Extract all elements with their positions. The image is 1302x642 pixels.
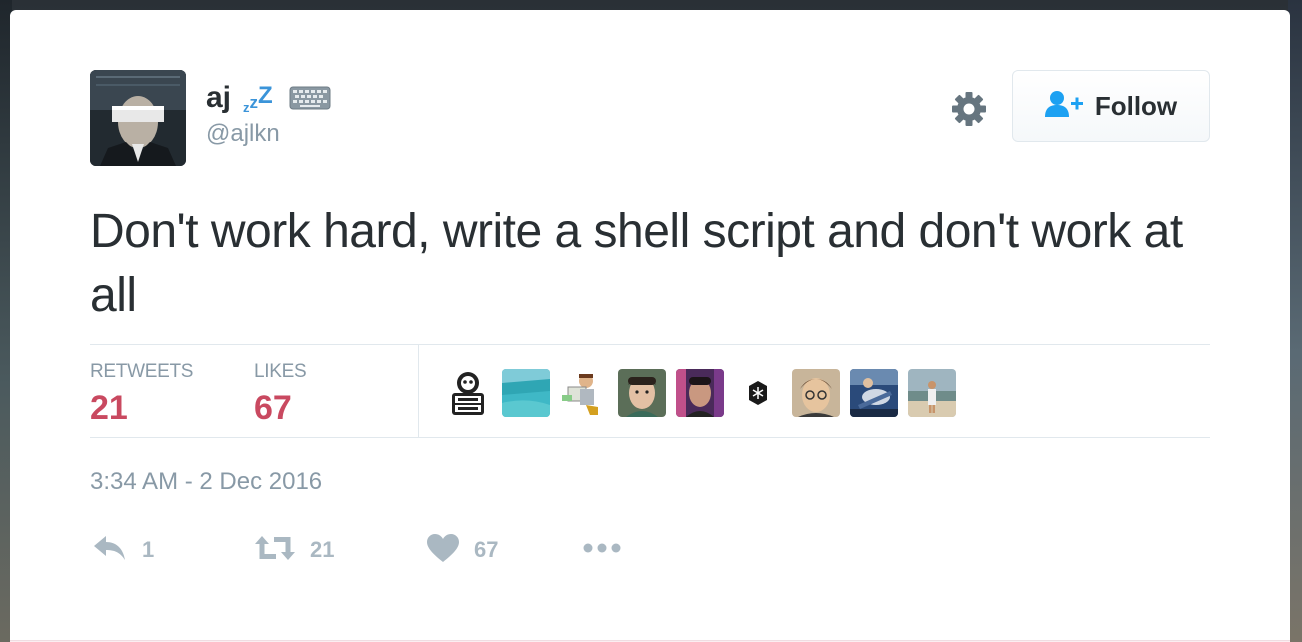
stats-divider bbox=[418, 345, 419, 437]
name-row: aj zzZ bbox=[206, 78, 331, 118]
like-count: 67 bbox=[474, 537, 499, 562]
liker-avatars bbox=[444, 369, 956, 417]
retweet-count: 21 bbox=[310, 537, 335, 562]
backdrop-right bbox=[1288, 0, 1302, 642]
tweet-stats: RETWEETS 21 LIKES 67 bbox=[90, 344, 1210, 438]
follow-label: Follow bbox=[1094, 90, 1178, 121]
more-icon bbox=[582, 541, 622, 559]
likes-value: 67 bbox=[254, 389, 292, 427]
liker-avatar[interactable] bbox=[908, 369, 956, 417]
tweet-timestamp[interactable]: 3:34 AM - 2 Dec 2016 bbox=[90, 468, 322, 496]
reply-icon bbox=[92, 534, 128, 567]
retweet-button[interactable]: 21 bbox=[254, 530, 334, 570]
follow-button[interactable]: Follow bbox=[1012, 70, 1210, 142]
liker-avatar[interactable] bbox=[734, 369, 782, 417]
reply-button[interactable]: 1 bbox=[92, 530, 154, 570]
follow-person-icon bbox=[1044, 90, 1085, 123]
likes-stat[interactable]: LIKES 67 bbox=[254, 361, 307, 428]
display-name[interactable]: aj bbox=[206, 81, 231, 115]
avatar[interactable] bbox=[90, 70, 186, 166]
retweets-stat[interactable]: RETWEETS 21 bbox=[90, 361, 193, 428]
zzz-emoji-icon: zzZ bbox=[243, 82, 273, 115]
tweet-header: aj zzZ @ajlkn Follow bbox=[90, 70, 1210, 166]
liker-avatar[interactable] bbox=[560, 369, 608, 417]
heart-icon bbox=[426, 533, 460, 568]
liker-avatar[interactable] bbox=[444, 369, 492, 417]
retweets-label: RETWEETS bbox=[90, 361, 194, 382]
retweet-icon bbox=[254, 534, 296, 567]
tweet-card: aj zzZ @ajlkn Follow Don't work hard, wr… bbox=[10, 10, 1290, 642]
liker-avatar[interactable] bbox=[618, 369, 666, 417]
gear-icon[interactable] bbox=[950, 90, 988, 128]
reply-count: 1 bbox=[142, 537, 155, 562]
likes-label: LIKES bbox=[254, 361, 307, 382]
liker-avatar[interactable] bbox=[676, 369, 724, 417]
liker-avatar[interactable] bbox=[502, 369, 550, 417]
name-block: aj zzZ @ajlkn bbox=[206, 78, 331, 148]
more-button[interactable] bbox=[582, 530, 622, 570]
retweets-value: 21 bbox=[90, 389, 128, 427]
like-button[interactable]: 67 bbox=[426, 530, 498, 570]
user-handle[interactable]: @ajlkn bbox=[206, 120, 331, 148]
tweet-text: Don't work hard, write a shell script an… bbox=[90, 205, 1183, 322]
liker-avatar[interactable] bbox=[850, 369, 898, 417]
keyboard-icon bbox=[289, 86, 331, 110]
liker-avatar[interactable] bbox=[792, 369, 840, 417]
